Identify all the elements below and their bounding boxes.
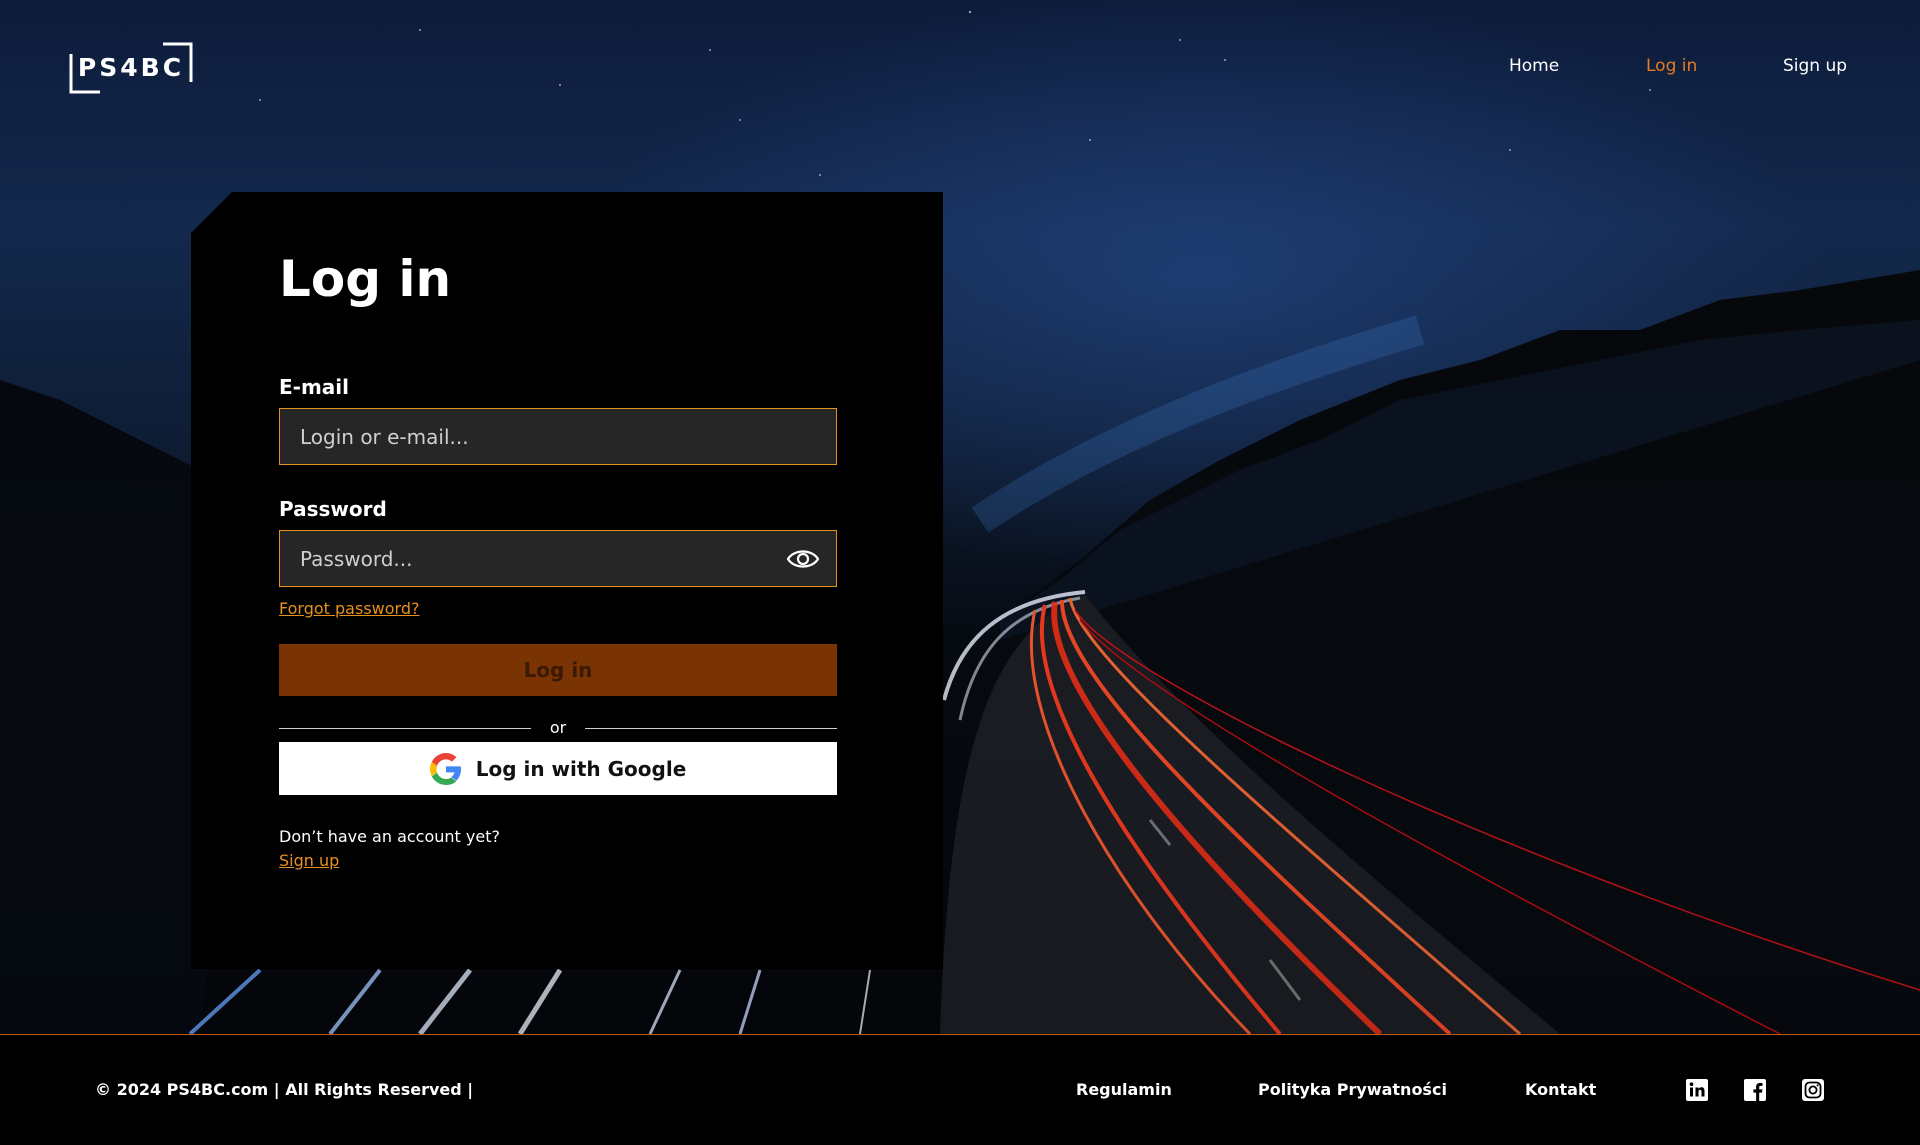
nav-login[interactable]: Log in [1646, 56, 1697, 76]
footer-link-privacy[interactable]: Polityka Prywatności [1258, 1080, 1447, 1099]
page-title: Log in [279, 250, 452, 308]
password-input[interactable] [280, 531, 836, 586]
password-label: Password [279, 497, 387, 521]
footer-link-contact[interactable]: Kontakt [1525, 1080, 1596, 1099]
instagram-icon[interactable] [1802, 1079, 1824, 1101]
footer-link-regulamin[interactable]: Regulamin [1076, 1080, 1172, 1099]
google-login-label: Log in with Google [475, 756, 687, 781]
login-button[interactable]: Log in [279, 644, 837, 696]
google-login-button[interactable]: Log in with Google [279, 742, 837, 795]
facebook-icon[interactable] [1744, 1079, 1766, 1101]
login-card: Log in E-mail Password Forgot password? … [191, 192, 943, 969]
divider-text: or [549, 718, 567, 737]
footer: © 2024 PS4BC.com | All Rights Reserved |… [0, 1034, 1920, 1145]
divider: or [279, 718, 837, 738]
top-nav: Home Log in Sign up [0, 56, 1920, 80]
eye-icon[interactable] [786, 545, 820, 573]
signup-link[interactable]: Sign up [279, 851, 339, 870]
no-account-text: Don’t have an account yet? [279, 827, 500, 846]
nav-signup[interactable]: Sign up [1783, 56, 1847, 76]
email-input[interactable] [280, 409, 836, 464]
email-field-wrapper [279, 408, 837, 465]
password-field-wrapper [279, 530, 837, 587]
google-icon [429, 752, 461, 785]
copyright-text: © 2024 PS4BC.com | All Rights Reserved | [95, 1080, 474, 1099]
email-label: E-mail [279, 375, 350, 399]
linkedin-icon[interactable] [1686, 1079, 1708, 1101]
forgot-password-link[interactable]: Forgot password? [279, 599, 419, 618]
nav-home[interactable]: Home [1509, 56, 1559, 76]
